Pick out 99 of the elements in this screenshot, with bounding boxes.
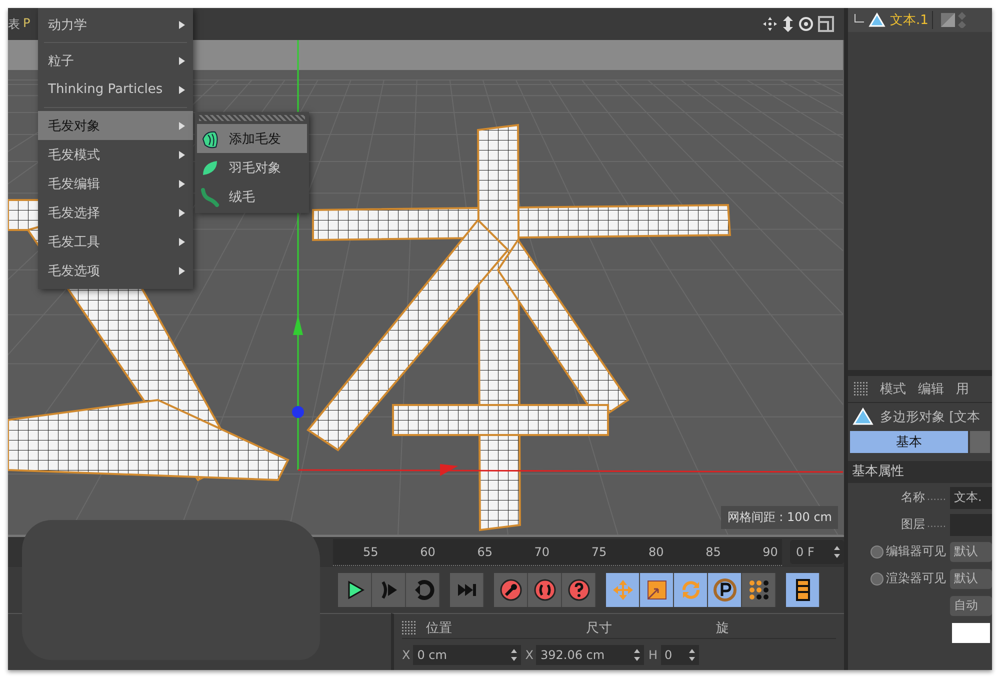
dots-grid-button[interactable] <box>742 573 776 607</box>
menu-item[interactable]: 用 <box>956 380 969 398</box>
grid-spacing-label: 网格间距 : 100 cm <box>721 506 838 529</box>
spinner-icon <box>511 649 518 661</box>
field-label: 图层 <box>900 516 925 533</box>
menu-item[interactable]: 毛发对象 <box>38 111 193 140</box>
polygon-object-icon <box>868 12 886 28</box>
spinner-icon <box>634 649 640 661</box>
spinner-icon <box>688 649 694 661</box>
scale-icon <box>644 578 668 602</box>
axis-label: H <box>648 648 658 662</box>
film-strip-button[interactable] <box>786 573 820 607</box>
key-icon <box>498 578 522 602</box>
dropdown[interactable]: 默认 <box>950 542 992 562</box>
menu-item[interactable]: P <box>23 16 30 32</box>
radio-icon <box>870 572 884 586</box>
menu-item[interactable]: 羽毛对象 <box>197 153 307 182</box>
text-field[interactable]: 文本. <box>950 486 992 508</box>
column-header: 位置 <box>426 620 453 637</box>
menu-item[interactable]: 表 <box>8 16 20 32</box>
scale-button[interactable] <box>640 573 674 607</box>
text-field[interactable] <box>950 514 992 536</box>
submenu-arrow-icon <box>179 122 185 130</box>
menu-item[interactable]: Thinking Particles <box>38 75 193 104</box>
menu-item[interactable]: 毛发编辑 <box>38 169 193 198</box>
maximize-icon <box>818 16 834 32</box>
loop-button[interactable] <box>406 573 440 607</box>
worm-icon <box>200 186 220 206</box>
axis-label: X <box>402 648 410 662</box>
move-arrows-icon <box>610 578 634 602</box>
timeline-ruler[interactable]: 55 60 65 70 75 80 85 90 <box>333 538 782 566</box>
key-button[interactable] <box>494 573 528 607</box>
menu-item[interactable]: 毛发工具 <box>38 227 193 256</box>
question-icon <box>566 578 590 602</box>
p-circle-button[interactable] <box>708 573 742 607</box>
polygon-object-icon <box>852 407 874 427</box>
menu-item[interactable]: 添加毛发 <box>197 124 307 153</box>
dropdown[interactable]: 自动 <box>950 596 992 616</box>
frame-number: 65 <box>477 544 492 558</box>
leader-dots: ...... <box>926 492 946 503</box>
question-button[interactable] <box>562 573 596 607</box>
menu-item[interactable]: 编辑 <box>918 380 944 398</box>
color-swatch[interactable] <box>952 622 990 642</box>
frame-number: 70 <box>534 544 550 558</box>
submenu-arrow-icon <box>179 20 185 28</box>
column-header: 尺寸 <box>586 620 613 637</box>
frame-number: 60 <box>420 544 436 558</box>
number-field[interactable]: 392.06 cm <box>536 645 644 665</box>
rotate-arrows-button[interactable] <box>674 573 708 607</box>
submenu-arrow-icon <box>179 266 185 274</box>
frame-field[interactable]: 0 F <box>790 540 844 564</box>
field-label: 名称 <box>900 489 925 506</box>
frame-number: 80 <box>648 544 664 558</box>
tab-strip-background <box>970 431 990 453</box>
frame-number: 85 <box>706 544 721 558</box>
submenu-arrow-icon <box>179 150 185 158</box>
axis-label: X <box>525 648 534 662</box>
tab[interactable]: 基本 <box>850 431 968 453</box>
dropdown[interactable]: 默认 <box>950 568 992 588</box>
move-icon <box>762 16 778 32</box>
frame-number: 55 <box>363 544 378 558</box>
menu-item[interactable]: 模式 <box>880 380 906 398</box>
radio-icon <box>870 544 884 558</box>
autokey-button[interactable] <box>528 573 562 607</box>
origin-dot-icon <box>292 406 304 418</box>
play-button[interactable] <box>338 573 372 607</box>
spinner-icon <box>834 546 840 558</box>
submenu-arrow-icon <box>179 180 185 188</box>
column-header: 旋 <box>716 620 730 637</box>
menu-item[interactable]: 动力学 <box>38 10 193 39</box>
leader-dots: ...... <box>926 519 946 530</box>
vertical-arrows-icon <box>782 16 794 32</box>
submenu-arrow-icon <box>179 86 185 94</box>
frame-number: 90 <box>762 544 778 558</box>
submenu-arrow-icon <box>179 208 185 216</box>
submenu-arrow-icon <box>179 238 185 246</box>
skip-to-end-button[interactable] <box>450 573 484 607</box>
p-circle-icon <box>712 578 736 602</box>
field-label: 编辑器可见 <box>886 543 946 560</box>
section-header: 基本属性 <box>848 461 992 483</box>
menu-item[interactable]: 绒毛 <box>197 182 307 211</box>
dots-grid-icon <box>746 578 770 602</box>
menu-item[interactable]: 毛发模式 <box>38 140 193 169</box>
submenu-arrow-icon <box>179 56 185 64</box>
hair-icon <box>200 128 220 148</box>
number-field[interactable]: 0 <box>660 645 698 665</box>
menu-item[interactable]: 毛发选择 <box>38 198 193 227</box>
frame-number: 75 <box>591 544 607 558</box>
menu-item[interactable]: 粒子 <box>38 46 193 75</box>
autokey-icon <box>532 578 556 602</box>
menu-item[interactable]: 毛发选项 <box>38 256 193 285</box>
number-field[interactable]: 0 cm <box>413 645 522 665</box>
grip-icon <box>402 621 416 635</box>
field-label: 渲染器可见 <box>886 570 946 587</box>
move-arrows-button[interactable] <box>606 573 640 607</box>
object-title: 多边形对象 [文本 <box>880 409 980 426</box>
layer-tag-icon <box>941 13 956 27</box>
grip-icon <box>854 382 868 396</box>
visibility-dots-icon <box>958 12 966 28</box>
